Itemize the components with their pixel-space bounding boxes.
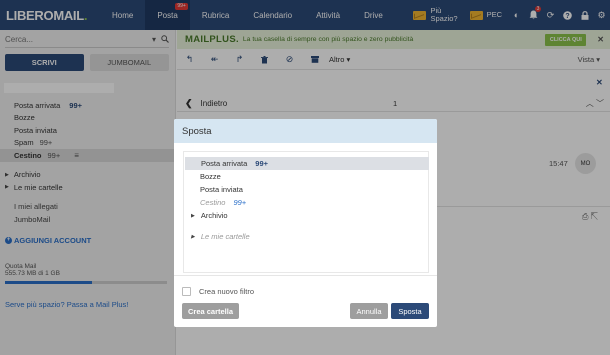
folder-tree: Posta arrivata 99+ Bozze Posta inviata Ce… — [183, 151, 429, 273]
create-filter-option[interactable]: Crea nuovo filtro — [182, 287, 254, 296]
tree-item-cestino: Cestino 99+ — [200, 198, 247, 207]
move-dialog: Sposta Posta arrivata 99+ Bozze Posta inv… — [174, 119, 437, 327]
tree-item-posta-inviata[interactable]: Posta inviata — [184, 183, 243, 196]
tree-item-bozze[interactable]: Bozze — [184, 170, 221, 183]
move-button[interactable]: Sposta — [391, 303, 429, 319]
dialog-divider — [174, 275, 437, 276]
cancel-button[interactable]: Annulla — [350, 303, 388, 319]
create-folder-button[interactable]: Crea cartella — [182, 303, 239, 319]
expand-arrow-icon[interactable]: ▶ — [191, 234, 195, 240]
tree-item-posta-arrivata[interactable]: Posta arrivata 99+ — [185, 157, 429, 170]
expand-arrow-icon[interactable]: ▶ — [191, 213, 195, 219]
dialog-title: Sposta — [174, 119, 437, 143]
tree-item-le-mie-cartelle[interactable]: ▶ Le mie cartelle — [184, 230, 250, 243]
tree-item-archivio[interactable]: ▶ Archivio — [184, 209, 228, 222]
create-filter-checkbox[interactable] — [182, 287, 191, 296]
